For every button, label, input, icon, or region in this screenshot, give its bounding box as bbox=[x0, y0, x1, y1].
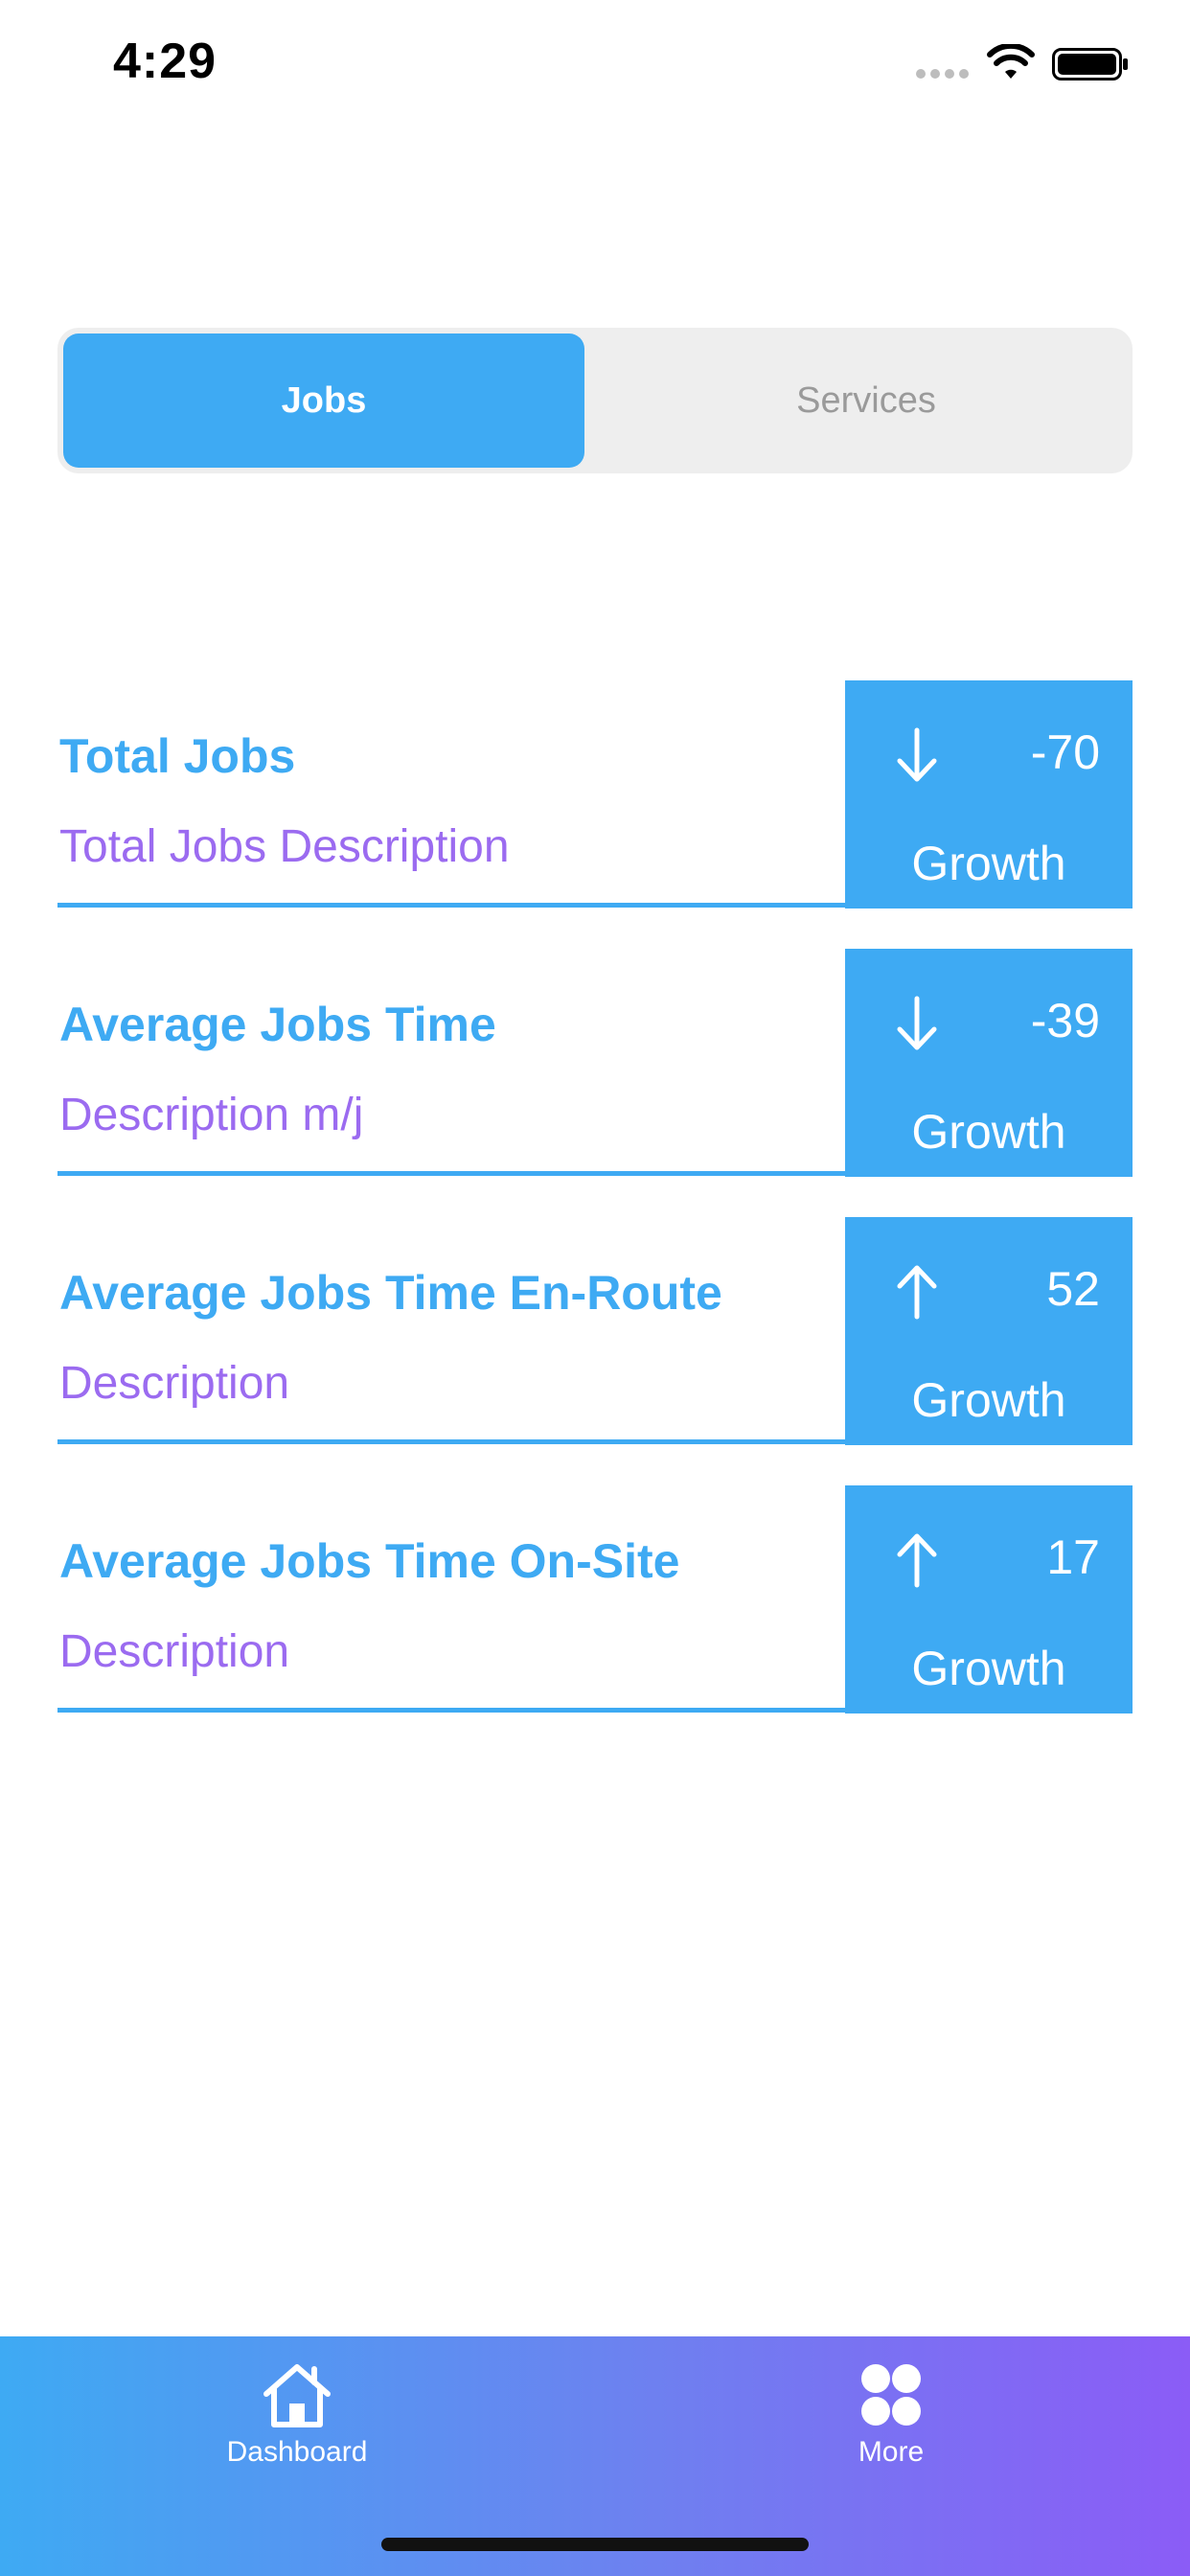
up-arrow-icon bbox=[897, 1265, 937, 1320]
metric-title: Average Jobs Time En-Route bbox=[59, 1266, 722, 1320]
home-icon bbox=[263, 2364, 331, 2427]
tab-services[interactable]: Services bbox=[606, 334, 1127, 468]
growth-label: Growth bbox=[911, 1642, 1066, 1695]
growth-label: Growth bbox=[911, 1373, 1066, 1427]
card-divider bbox=[57, 903, 845, 908]
growth-value: 17 bbox=[1046, 1530, 1100, 1584]
growth-label: Growth bbox=[911, 837, 1066, 890]
tab-label: Dashboard bbox=[226, 2436, 368, 2468]
wifi-icon bbox=[987, 44, 1035, 79]
card-divider bbox=[57, 1171, 845, 1176]
down-arrow-icon bbox=[897, 727, 937, 782]
growth-box: 52 Growth bbox=[845, 1217, 1133, 1445]
card-divider bbox=[57, 1439, 845, 1444]
status-time: 4:29 bbox=[113, 34, 217, 89]
card-divider bbox=[57, 1708, 845, 1713]
metric-title: Total Jobs bbox=[59, 729, 296, 783]
down-arrow-icon bbox=[897, 996, 937, 1050]
growth-box: 17 Growth bbox=[845, 1485, 1133, 1714]
metric-card-total-jobs[interactable]: Total Jobs Total Jobs Description -70 Gr… bbox=[57, 680, 1133, 908]
metric-card-average-jobs-time-on-site[interactable]: Average Jobs Time On-Site Description 17… bbox=[57, 1485, 1133, 1714]
metric-description: Description bbox=[59, 1358, 290, 1409]
metric-description: Description bbox=[59, 1626, 290, 1677]
metric-description: Total Jobs Description bbox=[59, 821, 510, 872]
tab-label: More bbox=[858, 2436, 925, 2468]
jobs-services-segmented-control: Jobs Services bbox=[57, 328, 1133, 473]
tab-jobs[interactable]: Jobs bbox=[63, 334, 584, 468]
status-bar: 4:29 bbox=[0, 0, 1190, 134]
battery-icon bbox=[1052, 48, 1128, 80]
metric-description: Description m/j bbox=[59, 1090, 364, 1140]
metric-title: Average Jobs Time bbox=[59, 998, 496, 1051]
up-arrow-icon bbox=[897, 1533, 937, 1588]
home-indicator[interactable] bbox=[381, 2538, 809, 2551]
growth-value: -39 bbox=[1030, 994, 1100, 1047]
metric-card-average-jobs-time[interactable]: Average Jobs Time Description m/j -39 Gr… bbox=[57, 949, 1133, 1177]
growth-label: Growth bbox=[911, 1105, 1066, 1159]
tab-more[interactable]: More bbox=[747, 2361, 1035, 2505]
tab-dashboard[interactable]: Dashboard bbox=[153, 2361, 441, 2505]
growth-box: -39 Growth bbox=[845, 949, 1133, 1177]
metric-title: Average Jobs Time On-Site bbox=[59, 1534, 680, 1588]
growth-box: -70 Growth bbox=[845, 680, 1133, 908]
cellular-signal-icon bbox=[916, 69, 969, 79]
grid-dots-icon bbox=[861, 2364, 921, 2426]
metric-card-average-jobs-time-en-route[interactable]: Average Jobs Time En-Route Description 5… bbox=[57, 1217, 1133, 1445]
growth-value: 52 bbox=[1046, 1262, 1100, 1316]
growth-value: -70 bbox=[1030, 725, 1100, 779]
